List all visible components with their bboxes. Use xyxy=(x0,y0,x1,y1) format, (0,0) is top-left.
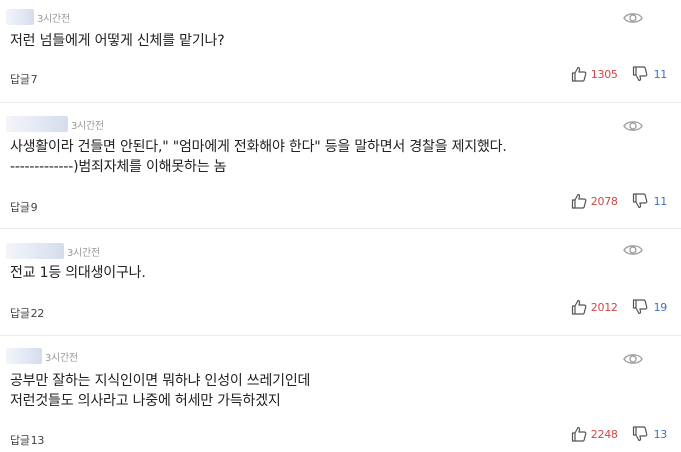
like-button[interactable]: 2248 xyxy=(571,426,632,442)
thumbs-down-icon xyxy=(632,66,647,82)
like-button[interactable]: 2078 xyxy=(571,193,632,209)
reply-button[interactable]: 답글13 xyxy=(10,432,44,448)
thumbs-down-icon xyxy=(632,193,647,209)
comment-list: 3시간전 저런 넘들에게 어떻게 신체를 맡기나? 답글7 1305 11 3시… xyxy=(0,0,681,452)
dislike-button[interactable]: 19 xyxy=(632,299,667,315)
dislike-button[interactable]: 11 xyxy=(632,193,667,209)
reply-count: 9 xyxy=(30,201,38,214)
eye-icon[interactable] xyxy=(623,352,643,366)
thumbs-up-icon xyxy=(571,426,587,442)
comment-text: 저런 넘들에게 어떻게 신체를 맡기나? xyxy=(10,33,225,49)
comment-meta: 3시간전 xyxy=(6,242,100,260)
avatar[interactable] xyxy=(6,243,64,259)
thumbs-up-icon xyxy=(571,193,587,209)
reply-count: 22 xyxy=(30,307,45,320)
vote-group: 2012 19 xyxy=(571,299,667,315)
eye-icon[interactable] xyxy=(623,11,643,25)
comment-meta: 3시간전 xyxy=(6,347,78,365)
vote-group: 2248 13 xyxy=(571,426,667,442)
reply-button[interactable]: 답글9 xyxy=(10,199,38,215)
comment-item: 3시간전 사생활이라 건들면 안된다," "엄마에게 전화해야 한다" 등을 말… xyxy=(0,103,681,229)
dislike-button[interactable]: 13 xyxy=(632,426,667,442)
reply-count: 13 xyxy=(30,434,45,447)
vote-group: 2078 11 xyxy=(571,193,667,209)
comment-text: 공부만 잘하는 지식인이면 뭐하냐 인성이 쓰레기인데 저런것들도 의사라고 나… xyxy=(10,373,311,409)
comment-meta: 3시간전 xyxy=(6,115,104,133)
comment-meta: 3시간전 xyxy=(6,8,70,26)
vote-group: 1305 11 xyxy=(571,66,667,82)
eye-icon[interactable] xyxy=(623,243,643,257)
comment-item: 3시간전 공부만 잘하는 지식인이면 뭐하냐 인성이 쓰레기인데 저런것들도 의… xyxy=(0,336,681,452)
comment-time: 3시간전 xyxy=(71,120,104,132)
dislike-count: 13 xyxy=(653,427,668,441)
dislike-count: 11 xyxy=(653,194,668,208)
thumbs-down-icon xyxy=(632,426,647,442)
comment-time: 3시간전 xyxy=(37,13,70,25)
reply-label: 답글 xyxy=(10,307,30,320)
comment-time: 3시간전 xyxy=(45,352,78,364)
comment-item: 3시간전 전교 1등 의대생이구나. 답글22 2012 19 xyxy=(0,229,681,336)
reply-button[interactable]: 답글7 xyxy=(10,71,38,87)
like-count: 1305 xyxy=(590,67,618,81)
dislike-count: 19 xyxy=(653,300,668,314)
eye-icon[interactable] xyxy=(623,119,643,133)
thumbs-up-icon xyxy=(571,299,587,315)
like-count: 2078 xyxy=(590,194,618,208)
reply-button[interactable]: 답글22 xyxy=(10,305,44,321)
like-button[interactable]: 1305 xyxy=(571,66,632,82)
reply-label: 답글 xyxy=(10,434,30,447)
dislike-button[interactable]: 11 xyxy=(632,66,667,82)
like-button[interactable]: 2012 xyxy=(571,299,632,315)
thumbs-down-icon xyxy=(632,299,647,315)
dislike-count: 11 xyxy=(653,67,668,81)
reply-count: 7 xyxy=(30,73,38,86)
comment-item: 3시간전 저런 넘들에게 어떻게 신체를 맡기나? 답글7 1305 11 xyxy=(0,0,681,103)
comment-text: 사생활이라 건들면 안된다," "엄마에게 전화해야 한다" 등을 말하면서 경… xyxy=(10,139,507,175)
avatar[interactable] xyxy=(6,116,68,132)
reply-label: 답글 xyxy=(10,73,30,86)
comment-time: 3시간전 xyxy=(67,247,100,259)
comment-text: 전교 1등 의대생이구나. xyxy=(10,265,146,281)
like-count: 2012 xyxy=(590,300,618,314)
like-count: 2248 xyxy=(590,427,618,441)
thumbs-up-icon xyxy=(571,66,587,82)
avatar[interactable] xyxy=(6,9,34,25)
reply-label: 답글 xyxy=(10,201,30,214)
avatar[interactable] xyxy=(6,348,42,364)
